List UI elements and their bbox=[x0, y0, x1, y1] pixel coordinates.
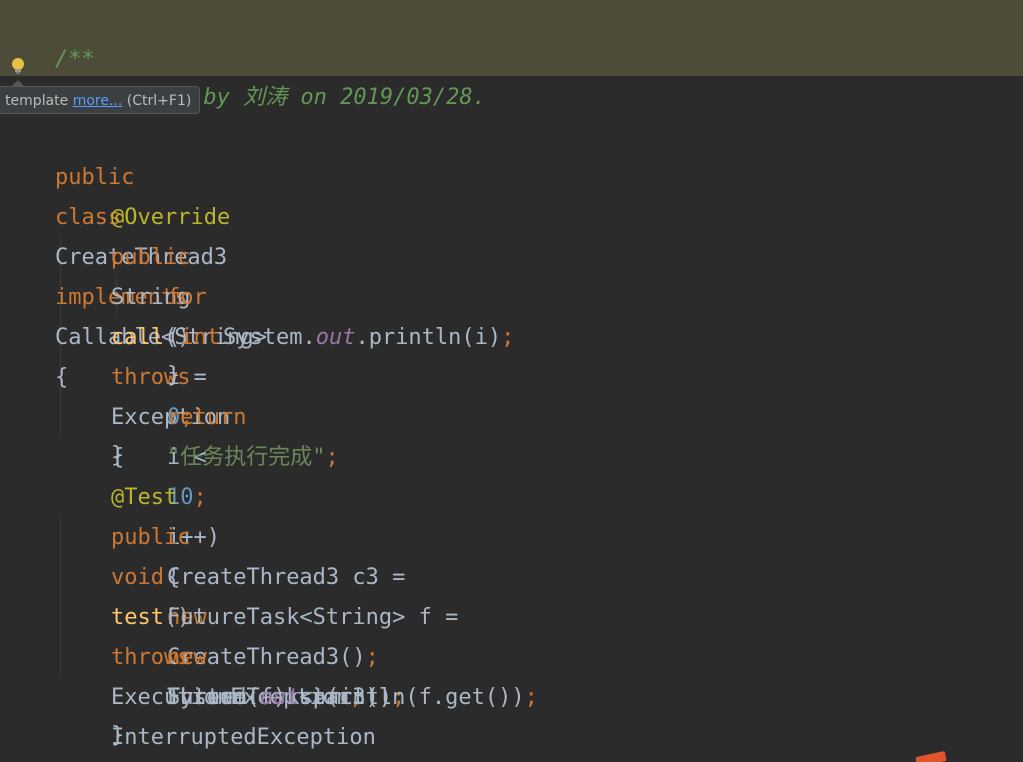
code-line-doc-open: /** bbox=[2, 0, 95, 72]
code-line-doc-created: * Created by 刘涛 on 2019/03/28. bbox=[18, 38, 486, 110]
code-line-thread-start: new Thread(f).start(); bbox=[114, 598, 405, 710]
string-literal: "任务执行完成" bbox=[166, 445, 326, 470]
lightbulb-icon[interactable] bbox=[10, 56, 26, 74]
semicolon: ; bbox=[325, 445, 339, 470]
interrupted-exception: InterruptedException bbox=[110, 725, 376, 750]
code-line-test-signature: public void test() throws ExecutionExcep… bbox=[58, 478, 376, 750]
code-line-call-signature: public String call() throws Exception { bbox=[58, 198, 230, 470]
keyword-return: return bbox=[166, 405, 247, 430]
static-out: out bbox=[259, 685, 300, 710]
annotation-arrow-mark bbox=[915, 750, 947, 762]
code-line-println-i: System.out.println(i); bbox=[170, 278, 514, 350]
semicolon: ; bbox=[501, 325, 515, 350]
tooltip-more-link[interactable]: more... bbox=[73, 93, 123, 109]
println-get-call: .println(f.get()) bbox=[299, 685, 525, 710]
code-line-create-c3: CreateThread3 c3 = new CreateThread3(); bbox=[114, 518, 405, 670]
static-out: out bbox=[315, 325, 356, 350]
code-line-return: return "任务执行完成"; bbox=[114, 358, 339, 470]
semicolon: ; bbox=[524, 685, 538, 710]
tooltip-text: e template bbox=[0, 93, 69, 109]
code-line-create-futuretask: FutureTask<String> f = new FutureTask<>(… bbox=[114, 558, 458, 710]
template-tooltip: e template more... (Ctrl+F1) bbox=[0, 86, 200, 114]
println-call: .println(i) bbox=[355, 325, 502, 350]
code-line-class-declaration: public class CreateThread3 implements Ca… bbox=[2, 118, 267, 390]
code-line-call-close: } bbox=[58, 396, 124, 468]
system-class: System. bbox=[166, 685, 260, 710]
code-line-for-close: } bbox=[114, 316, 180, 388]
system-class: System. bbox=[222, 325, 316, 350]
code-line-test-close: } bbox=[58, 676, 124, 748]
code-line-override: @Override bbox=[58, 158, 230, 230]
code-line-for-loop: for (int i = 0; i < 10; i++) { bbox=[114, 238, 220, 590]
code-line-class-close: } bbox=[2, 716, 68, 756]
code-line-test-annotation: @Test bbox=[58, 438, 177, 510]
code-line-println-get: System.out.println(f.get()); bbox=[114, 638, 538, 710]
brace-close: } bbox=[110, 723, 125, 748]
tooltip-shortcut: (Ctrl+F1) bbox=[126, 93, 192, 109]
code-editor[interactable]: /** * Created by 刘涛 on 2019/03/28. e tem… bbox=[0, 0, 1023, 762]
